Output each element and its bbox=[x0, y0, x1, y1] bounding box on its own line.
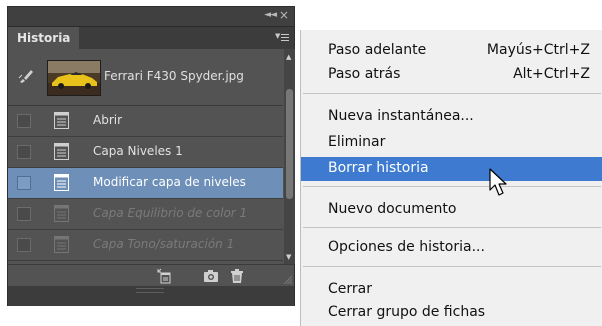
panel-drag-handle[interactable] bbox=[136, 288, 164, 293]
menu-item-history-options[interactable]: Opciones de historia... bbox=[301, 236, 602, 260]
menu-item-label: Nuevo documento bbox=[328, 201, 457, 217]
close-panel-button[interactable]: × bbox=[279, 8, 289, 22]
menu-item-step-backward[interactable]: Paso atrás Alt+Ctrl+Z bbox=[301, 63, 602, 87]
scroll-thumb[interactable] bbox=[286, 89, 293, 199]
menu-item-label: Nueva instantánea... bbox=[328, 108, 474, 124]
menu-item-new-document[interactable]: Nuevo documento bbox=[301, 198, 602, 222]
resize-grip-icon[interactable] bbox=[284, 276, 292, 284]
panel-bottom-bar bbox=[8, 264, 294, 286]
history-row-label: Capa Equilibrio de color 1 bbox=[93, 206, 248, 220]
source-checkbox[interactable] bbox=[17, 114, 31, 128]
history-row[interactable]: Capa Niveles 1 bbox=[8, 137, 283, 168]
history-row-label: Capa Niveles 1 bbox=[93, 144, 183, 158]
history-state-icon bbox=[54, 174, 69, 191]
snapshot-label: Ferrari F430 Spyder.jpg bbox=[104, 69, 244, 83]
menu-separator bbox=[303, 93, 601, 94]
menu-separator bbox=[303, 186, 601, 187]
tab-historia[interactable]: Historia bbox=[8, 27, 80, 49]
source-checkbox[interactable] bbox=[17, 238, 31, 252]
menu-item-label: Paso atrás bbox=[328, 66, 401, 82]
source-checkbox[interactable] bbox=[17, 207, 31, 221]
trash-icon[interactable] bbox=[229, 268, 245, 284]
menu-item-close-tab-group[interactable]: Cerrar grupo de fichas bbox=[301, 301, 602, 325]
menu-item-label: Cerrar grupo de fichas bbox=[328, 304, 486, 320]
history-state-icon bbox=[54, 205, 69, 222]
history-row-active[interactable]: Modificar capa de niveles bbox=[8, 168, 283, 199]
history-row[interactable]: Capa Tono/saturación 1 bbox=[8, 230, 283, 261]
menu-item-new-snapshot[interactable]: Nueva instantánea... bbox=[301, 105, 602, 129]
car-photo-thumbnail bbox=[47, 60, 101, 96]
camera-icon[interactable] bbox=[203, 268, 219, 284]
history-row-label: Capa Tono/saturación 1 bbox=[93, 237, 235, 251]
history-list: Ferrari F430 Spyder.jpg Abrir Capa Nivel… bbox=[8, 49, 283, 264]
menu-item-shortcut: Mayús+Ctrl+Z bbox=[486, 42, 590, 58]
source-checkbox[interactable] bbox=[17, 145, 31, 159]
menu-item-label: Cerrar bbox=[328, 281, 372, 297]
menu-item-label: Paso adelante bbox=[328, 42, 427, 58]
history-state-icon bbox=[54, 236, 69, 253]
menu-item-clear-history[interactable]: Borrar historia bbox=[301, 157, 602, 181]
menu-item-label: Eliminar bbox=[328, 134, 386, 150]
history-row[interactable]: Abrir bbox=[8, 106, 283, 137]
collapse-panel-button[interactable]: ◄◄ bbox=[264, 10, 277, 20]
panel-footer bbox=[8, 286, 294, 306]
panel-title-bar: ◄◄ × bbox=[8, 7, 294, 27]
mouse-pointer-icon bbox=[489, 168, 507, 196]
history-brush-icon[interactable] bbox=[18, 68, 34, 84]
history-row-label: Abrir bbox=[93, 113, 123, 127]
menu-item-close[interactable]: Cerrar bbox=[301, 278, 602, 302]
history-state-icon bbox=[54, 112, 69, 129]
menu-separator bbox=[303, 227, 601, 228]
menu-separator bbox=[303, 266, 601, 267]
menu-item-label: Opciones de historia... bbox=[328, 239, 485, 255]
new-document-from-state-icon[interactable] bbox=[157, 268, 173, 284]
scroll-up-icon[interactable]: ▲ bbox=[286, 53, 291, 61]
scroll-down-icon[interactable]: ▼ bbox=[286, 253, 291, 261]
menu-item-shortcut: Alt+Ctrl+Z bbox=[513, 66, 590, 82]
panel-tab-row: Historia ▼ bbox=[8, 27, 294, 49]
menu-item-step-forward[interactable]: Paso adelante Mayús+Ctrl+Z bbox=[301, 39, 602, 63]
history-panel-menu: Paso adelante Mayús+Ctrl+Z Paso atrás Al… bbox=[300, 30, 602, 326]
source-checkbox[interactable] bbox=[17, 176, 31, 190]
history-row-label: Modificar capa de niveles bbox=[93, 175, 246, 189]
menu-item-label: Borrar historia bbox=[328, 160, 429, 176]
menu-item-delete[interactable]: Eliminar bbox=[301, 131, 602, 155]
history-scrollbar[interactable]: ▲ ▼ bbox=[284, 49, 295, 264]
snapshot-row[interactable]: Ferrari F430 Spyder.jpg bbox=[8, 49, 283, 106]
history-state-icon bbox=[54, 143, 69, 160]
panel-menu-icon[interactable]: ▼ bbox=[275, 32, 289, 44]
history-row[interactable]: Capa Equilibrio de color 1 bbox=[8, 199, 283, 230]
history-panel: ◄◄ × Historia ▼ Ferrari F430 Spyder.jpg … bbox=[7, 6, 295, 306]
